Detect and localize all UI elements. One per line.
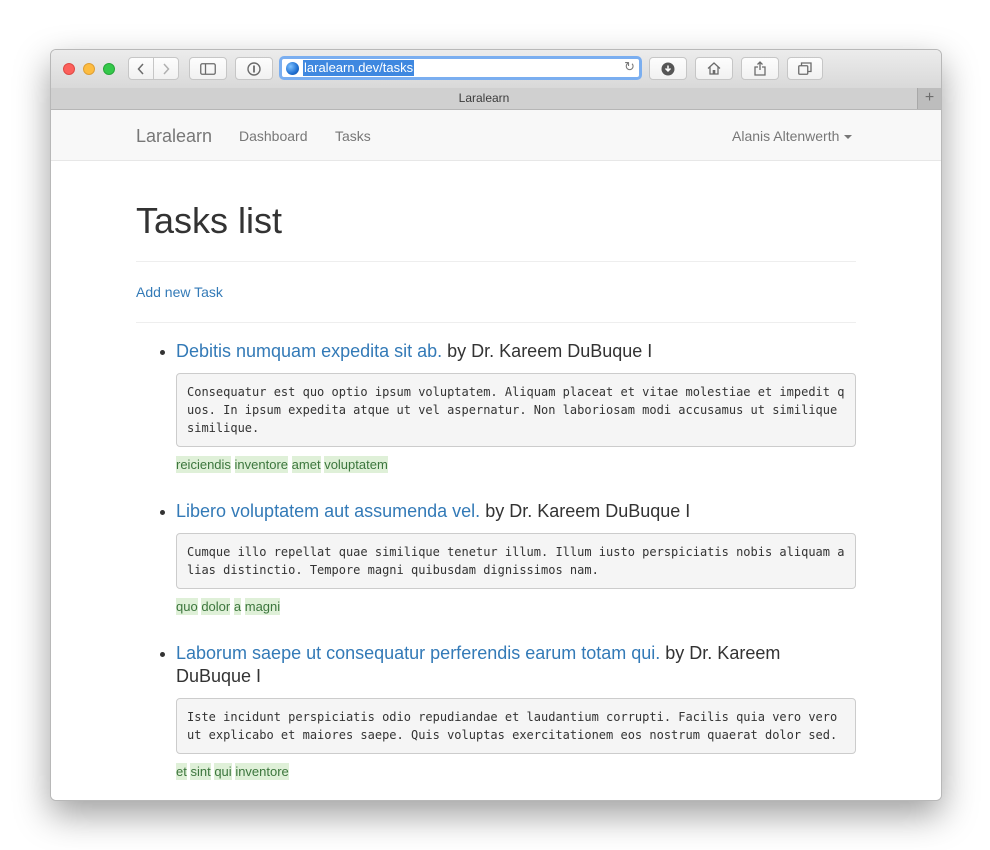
tabs-icon xyxy=(798,62,812,75)
task-heading: Libero voluptatem aut assumenda vel. by … xyxy=(176,500,856,523)
sidebar-button[interactable] xyxy=(189,57,227,80)
globe-icon xyxy=(286,61,299,75)
task-title-link[interactable]: Debitis numquam expedita sit ab. xyxy=(176,341,442,361)
download-icon xyxy=(661,62,675,75)
tag-badge: reiciendis xyxy=(176,456,231,473)
task-description: Consequatur est quo optio ipsum voluptat… xyxy=(176,373,856,447)
home-icon xyxy=(707,62,721,75)
task-description: Cumque illo repellat quae similique tene… xyxy=(176,533,856,589)
page-title: Tasks list xyxy=(136,200,283,241)
browser-window: laralearn.dev/tasks ↻ Laralearn + Larale… xyxy=(50,49,942,801)
site-navbar: Laralearn Dashboard Tasks Alanis Altenwe… xyxy=(51,110,941,161)
tag-badge: voluptatem xyxy=(324,456,388,473)
forward-button[interactable] xyxy=(153,57,179,80)
close-window-button[interactable] xyxy=(63,63,75,75)
reader-button[interactable] xyxy=(235,57,273,80)
add-task-link[interactable]: Add new Task xyxy=(136,284,223,300)
list-bullet xyxy=(160,350,165,355)
home-button[interactable] xyxy=(695,57,733,80)
share-icon xyxy=(754,61,766,76)
back-button[interactable] xyxy=(128,57,154,80)
tag-badge: sint xyxy=(190,763,211,780)
list-bullet xyxy=(160,652,165,657)
chevron-right-icon xyxy=(163,62,170,75)
tag-badge: a xyxy=(233,598,242,615)
tab-bar: Laralearn + xyxy=(51,88,941,110)
show-tabs-button[interactable] xyxy=(787,57,823,80)
minimize-window-button[interactable] xyxy=(83,63,95,75)
task-item: Laborum saepe ut consequatur perferendis… xyxy=(136,642,856,780)
divider xyxy=(136,261,856,262)
task-tags: reiciendis inventore amet voluptatem xyxy=(176,456,856,473)
task-description: Iste incidunt perspiciatis odio repudian… xyxy=(176,698,856,754)
task-author: by Dr. Kareem DuBuque I xyxy=(442,341,653,361)
zoom-window-button[interactable] xyxy=(103,63,115,75)
chevron-left-icon xyxy=(137,62,144,75)
task-author: by Dr. Kareem DuBuque I xyxy=(480,501,691,521)
tag-badge: dolor xyxy=(201,598,231,615)
task-tags: quo dolor a magni xyxy=(176,598,856,615)
brand-link[interactable]: Laralearn xyxy=(136,126,212,147)
nav-dashboard-link[interactable]: Dashboard xyxy=(239,128,308,144)
task-title-link[interactable]: Libero voluptatem aut assumenda vel. xyxy=(176,501,480,521)
downloads-button[interactable] xyxy=(649,57,687,80)
browser-toolbar: laralearn.dev/tasks ↻ xyxy=(51,50,941,89)
reload-icon[interactable]: ↻ xyxy=(624,60,635,75)
user-menu-toggle[interactable]: Alanis Altenwerth xyxy=(732,128,853,144)
tab-title[interactable]: Laralearn xyxy=(51,91,917,105)
address-text[interactable]: laralearn.dev/tasks xyxy=(303,60,415,76)
task-item: Libero voluptatem aut assumenda vel. by … xyxy=(136,500,856,615)
nav-tasks-link[interactable]: Tasks xyxy=(335,128,371,144)
address-bar[interactable]: laralearn.dev/tasks ↻ xyxy=(279,56,642,80)
web-page: Laralearn Dashboard Tasks Alanis Altenwe… xyxy=(51,110,941,800)
tag-badge: magni xyxy=(244,598,281,615)
tag-badge: inventore xyxy=(235,763,289,780)
divider xyxy=(136,322,856,323)
caret-down-icon xyxy=(844,135,853,140)
reader-icon xyxy=(247,61,261,76)
task-list: Debitis numquam expedita sit ab. by Dr. … xyxy=(136,328,856,795)
tag-badge: et xyxy=(176,763,187,780)
tag-badge: quo xyxy=(176,598,198,615)
tag-badge: inventore xyxy=(234,456,289,473)
task-heading: Debitis numquam expedita sit ab. by Dr. … xyxy=(176,340,856,363)
sidebar-icon xyxy=(200,62,216,75)
task-tags: et sint qui inventore xyxy=(176,763,856,780)
user-name: Alanis Altenwerth xyxy=(732,128,840,144)
task-item: Debitis numquam expedita sit ab. by Dr. … xyxy=(136,340,856,473)
tag-badge: amet xyxy=(291,456,321,473)
task-title-link[interactable]: Laborum saepe ut consequatur perferendis… xyxy=(176,643,660,663)
task-heading: Laborum saepe ut consequatur perferendis… xyxy=(176,642,856,688)
list-bullet xyxy=(160,510,165,515)
new-tab-button[interactable]: + xyxy=(917,88,941,109)
tag-badge: qui xyxy=(214,763,232,780)
share-button[interactable] xyxy=(741,57,779,80)
